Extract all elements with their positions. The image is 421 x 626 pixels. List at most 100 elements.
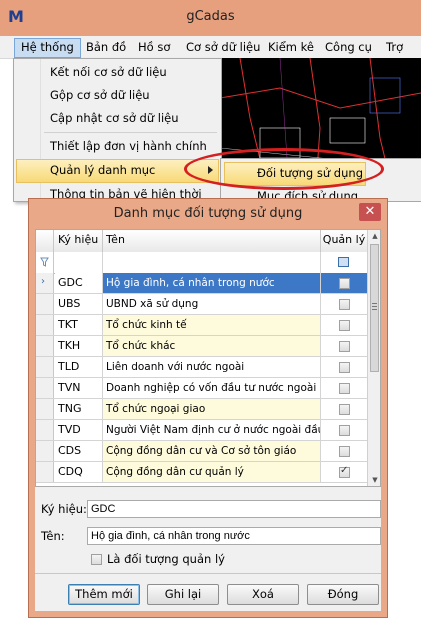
cell-code[interactable]: TKH xyxy=(55,336,103,356)
row-selector[interactable] xyxy=(36,315,54,335)
menu-co-so-du-lieu[interactable]: Cơ sở dữ liệu xyxy=(180,38,266,56)
cell-managed xyxy=(321,399,367,419)
managed-row-checkbox[interactable] xyxy=(339,425,350,436)
cell-name[interactable]: Tổ chức khác xyxy=(103,336,321,356)
cell-name[interactable]: Liên doanh với nước ngoài xyxy=(103,357,321,377)
table-row[interactable]: UBS UBND xã sử dụng xyxy=(36,294,367,315)
cell-code[interactable]: GDC xyxy=(55,273,103,293)
filter-code-input[interactable] xyxy=(55,252,103,273)
table-row[interactable]: TLD Liên doanh với nước ngoài xyxy=(36,357,367,378)
cell-name[interactable]: Hộ gia đình, cá nhân trong nước xyxy=(103,273,321,293)
menu-cong-cu[interactable]: Công cụ xyxy=(319,38,378,56)
row-selector[interactable] xyxy=(36,294,54,314)
header-ky-hieu[interactable]: Ký hiệu xyxy=(55,230,103,252)
name-label: Tên: xyxy=(41,529,65,543)
cell-code[interactable]: CDS xyxy=(55,441,103,461)
managed-row-checkbox[interactable] xyxy=(339,278,350,289)
cell-name[interactable]: Doanh nghiệp có vốn đầu tư nước ngoài xyxy=(103,378,321,398)
filter-managed[interactable] xyxy=(321,252,367,273)
menu-thiet-lap-dvhc[interactable]: Thiết lập đơn vị hành chính xyxy=(50,135,207,157)
scroll-up-icon[interactable]: ▲ xyxy=(368,230,380,242)
menu-he-thong[interactable]: Hệ thống xyxy=(14,38,81,58)
managed-row-checkbox[interactable] xyxy=(339,404,350,415)
button-row: Thêm mới Ghi lại Xoá Đóng xyxy=(35,573,381,614)
row-selector[interactable] xyxy=(36,399,54,419)
cell-managed xyxy=(321,462,367,482)
cell-name[interactable]: Tổ chức ngoại giao xyxy=(103,399,321,419)
cell-code[interactable]: CDQ xyxy=(55,462,103,482)
cell-name[interactable]: UBND xã sử dụng xyxy=(103,294,321,314)
managed-row-checkbox[interactable] xyxy=(339,299,350,310)
dialog-body: Ký hiệu Tên Quản lý › GDC Hộ gia đình, cá … xyxy=(35,229,381,611)
table-row[interactable]: CDQ Cộng đồng dân cư quản lý xyxy=(36,462,367,483)
app-title-bar: M gCadas xyxy=(0,0,421,36)
row-selector[interactable] xyxy=(36,336,54,356)
cell-name[interactable]: Tổ chức kinh tế xyxy=(103,315,321,335)
dialog-title: Danh mục đối tượng sử dụng xyxy=(113,206,303,221)
managed-row-checkbox[interactable] xyxy=(339,465,350,478)
save-button[interactable]: Ghi lại xyxy=(147,584,219,605)
cell-name[interactable]: Cộng đồng dân cư và Cơ sở tôn giáo xyxy=(103,441,321,461)
menu-bar: Hệ thống Bản đồ Hồ sơ Cơ sở dữ liệu Kiểm… xyxy=(0,36,421,72)
menu-kiem-ke[interactable]: Kiểm kê xyxy=(262,38,320,56)
data-grid: Ký hiệu Tên Quản lý › GDC Hộ gia đình, cá … xyxy=(35,229,381,487)
close-button[interactable]: Đóng xyxy=(307,584,379,605)
scroll-down-icon[interactable]: ▼ xyxy=(368,474,380,486)
cell-managed xyxy=(321,336,367,356)
menu-quan-ly-danh-muc[interactable]: Quản lý danh mục xyxy=(50,159,155,181)
danh-muc-dialog: Danh mục đối tượng sử dụng ✕ Ký hiệu Tên… xyxy=(28,198,388,618)
table-row[interactable]: CDS Cộng đồng dân cư và Cơ sở tôn giáo xyxy=(36,441,367,462)
header-ten[interactable]: Tên xyxy=(103,230,321,252)
row-selector[interactable] xyxy=(36,357,54,377)
managed-row-checkbox[interactable] xyxy=(339,341,350,352)
name-field[interactable] xyxy=(87,527,381,545)
red-annotation-oval xyxy=(184,148,384,190)
managed-row-checkbox[interactable] xyxy=(339,320,350,331)
cell-managed xyxy=(321,420,367,440)
add-button[interactable]: Thêm mới xyxy=(68,584,140,605)
table-row[interactable]: › GDC Hộ gia đình, cá nhân trong nước xyxy=(36,273,367,294)
menu-tro-giup[interactable]: Trợ giú xyxy=(380,38,421,72)
table-row[interactable]: TNG Tổ chức ngoại giao xyxy=(36,399,367,420)
table-row[interactable]: TKH Tổ chức khác xyxy=(36,336,367,357)
code-label: Ký hiệu: xyxy=(41,502,87,516)
cell-code[interactable]: TKT xyxy=(55,315,103,335)
cell-code[interactable]: TVD xyxy=(55,420,103,440)
table-row[interactable]: TVD Người Việt Nam định cư ở nước ngoài đ… xyxy=(36,420,367,441)
table-row[interactable]: TKT Tổ chức kinh tế xyxy=(36,315,367,336)
row-selector-header xyxy=(36,230,54,252)
table-row[interactable]: TVN Doanh nghiệp có vốn đầu tư nước ngoài xyxy=(36,378,367,399)
row-selector[interactable]: › xyxy=(36,273,54,293)
filter-check-icon xyxy=(338,257,349,267)
managed-row-checkbox[interactable] xyxy=(339,383,350,394)
menu-ket-noi-csdl[interactable]: Kết nối cơ sở dữ liệu xyxy=(50,61,167,83)
managed-row-checkbox[interactable] xyxy=(339,362,350,373)
menu-ban-do[interactable]: Bản đồ xyxy=(80,38,132,56)
managed-checkbox[interactable] xyxy=(91,554,102,565)
menu-gop-csdl[interactable]: Gộp cơ sở dữ liệu xyxy=(50,84,150,106)
cell-name[interactable]: Người Việt Nam định cư ở nước ngoài đầu … xyxy=(103,420,321,440)
managed-checkbox-label: Là đối tượng quản lý xyxy=(107,552,225,566)
header-quan-ly[interactable]: Quản lý xyxy=(321,230,367,252)
menu-cap-nhat-csdl[interactable]: Cập nhật cơ sở dữ liệu xyxy=(50,107,179,129)
cell-code[interactable]: UBS xyxy=(55,294,103,314)
filter-row xyxy=(36,252,367,274)
grid-header: Ký hiệu Tên Quản lý xyxy=(36,230,367,253)
filter-name-input[interactable] xyxy=(103,252,321,273)
cell-code[interactable]: TLD xyxy=(55,357,103,377)
grid-scrollbar[interactable]: ▲ ▼ xyxy=(367,230,380,486)
scrollbar-thumb[interactable] xyxy=(370,244,379,372)
row-selector[interactable] xyxy=(36,378,54,398)
row-selector[interactable] xyxy=(36,462,54,482)
row-selector[interactable] xyxy=(36,441,54,461)
cell-managed xyxy=(321,294,367,314)
close-icon[interactable]: ✕ xyxy=(359,203,381,221)
cell-name[interactable]: Cộng đồng dân cư quản lý xyxy=(103,462,321,482)
code-field[interactable] xyxy=(87,500,381,518)
row-selector[interactable] xyxy=(36,420,54,440)
managed-row-checkbox[interactable] xyxy=(339,446,350,457)
menu-ho-so[interactable]: Hồ sơ xyxy=(132,38,176,56)
cell-code[interactable]: TNG xyxy=(55,399,103,419)
delete-button[interactable]: Xoá xyxy=(227,584,299,605)
cell-code[interactable]: TVN xyxy=(55,378,103,398)
